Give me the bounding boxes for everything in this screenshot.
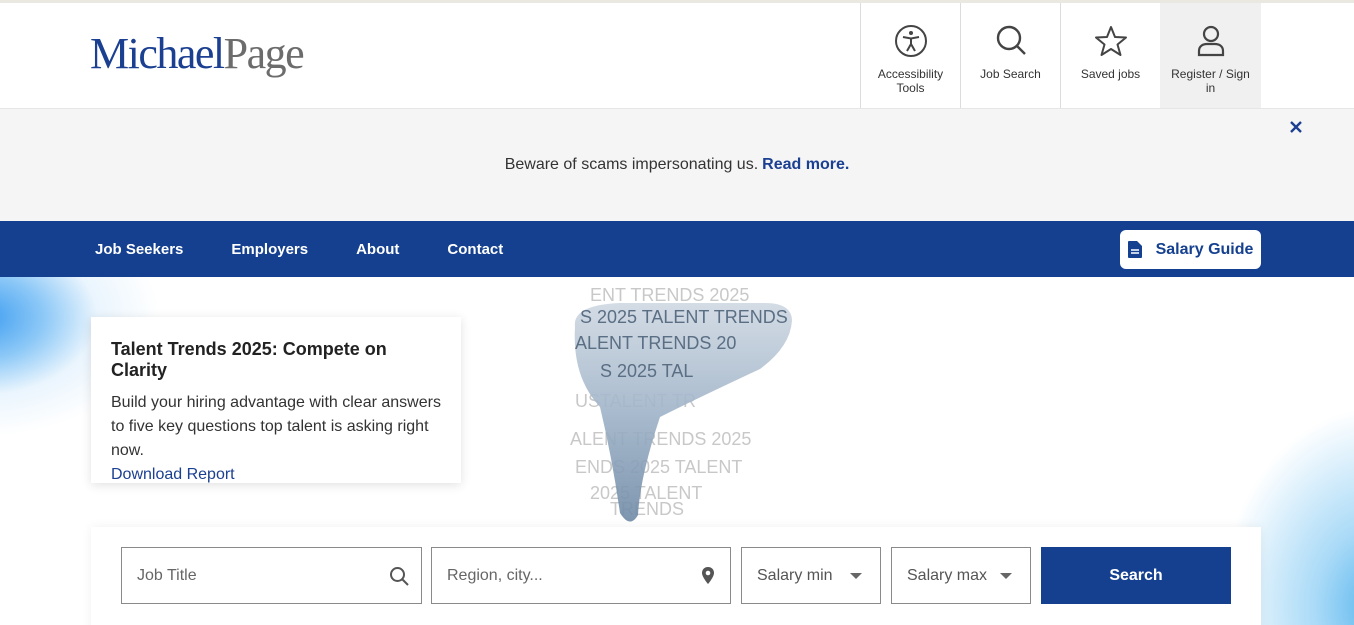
job-title-input[interactable] [137,566,365,585]
salary-max-value: Salary max [907,566,988,584]
chevron-down-icon [850,573,862,579]
job-search-label: Job Search [980,67,1041,81]
search-icon [996,25,1026,55]
art-text-line: ALENT TRENDS 2025 [570,429,751,449]
nav-job-seekers[interactable]: Job Seekers [95,241,183,258]
user-icon [1197,25,1224,57]
main-nav: Job Seekers Employers About Contact Sala… [0,221,1354,277]
salary-guide-label: Salary Guide [1155,240,1254,258]
job-search-panel: Salary min Salary max Search [91,527,1261,625]
site-header: MichaelPage Accessibility Tools Job Sear… [0,3,1354,108]
scam-warning-banner: Beware of scams impersonating us. Read mo… [0,108,1354,221]
salary-min-value: Salary min [757,566,833,584]
location-input[interactable] [447,566,674,585]
michael-page-logo[interactable]: MichaelPage [90,27,305,81]
banner-text: Beware of scams impersonating us. [504,156,759,173]
register-sign-in-button[interactable]: Register / Sign in [1160,3,1261,108]
art-text-line: S 2025 TAL [600,361,693,381]
location-field[interactable] [431,547,731,604]
accessibility-tools-label: Accessibility Tools [877,67,944,95]
read-more-link[interactable]: Read more. [762,156,849,173]
card-title: Talent Trends 2025: Compete on Clarity [111,339,387,380]
card-body: Build your hiring advantage with clear a… [111,394,441,459]
salary-min-select[interactable]: Salary min [741,547,881,604]
salary-guide-button[interactable]: Salary Guide [1120,230,1261,269]
logo-page: Page [223,29,305,78]
art-text-line: ENDS 2025 TALENT [575,457,742,477]
nav-about[interactable]: About [356,241,399,258]
accessibility-tools-button[interactable]: Accessibility Tools [860,3,960,108]
logo-michael: Michael [90,29,225,78]
hero-section: ENT TRENDS 2025 USTALENT TR ALENT TRENDS… [0,277,1354,625]
salary-max-select[interactable]: Salary max [891,547,1031,604]
job-search-button[interactable]: Job Search [960,3,1060,108]
saved-jobs-button[interactable]: Saved jobs [1060,3,1160,108]
location-pin-icon [702,567,714,584]
banner-message: Beware of scams impersonating us. Read mo… [0,156,1354,174]
talent-trends-glass-art: ENT TRENDS 2025 USTALENT TR ALENT TRENDS… [570,285,792,522]
search-icon [390,567,409,586]
star-icon [1094,26,1127,56]
art-text-line: ENT TRENDS 2025 [590,285,749,305]
nav-contact[interactable]: Contact [447,241,503,258]
accessibility-icon [894,25,927,57]
talent-trends-card: Talent Trends 2025: Compete on Clarity B… [91,317,461,483]
saved-jobs-label: Saved jobs [1080,67,1141,81]
register-sign-in-label: Register / Sign in [1171,67,1250,95]
close-icon[interactable] [1286,117,1306,137]
chevron-down-icon [1000,573,1012,579]
search-button[interactable]: Search [1041,547,1231,604]
job-title-field[interactable] [121,547,422,604]
download-report-link[interactable]: Download Report [111,463,441,487]
utility-nav: Accessibility Tools Job Search Saved job… [860,3,1261,108]
document-icon [1127,241,1142,258]
art-text-line: ALENT TRENDS 20 [575,333,736,353]
nav-employers[interactable]: Employers [231,241,308,258]
art-text-line: S 2025 TALENT TRENDS [580,307,788,327]
